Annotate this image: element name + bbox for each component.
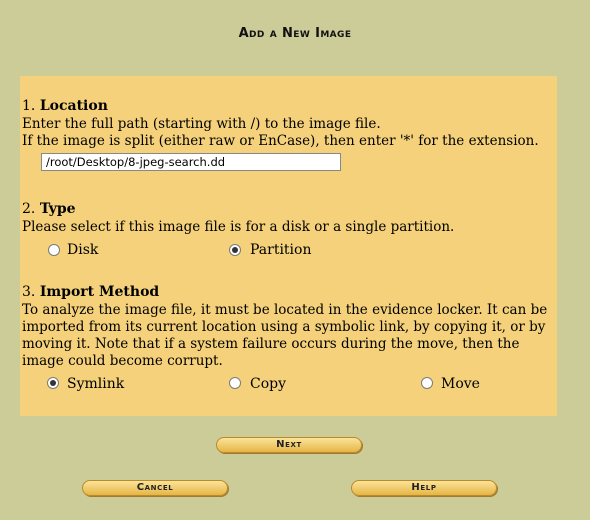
next-button[interactable]: Next bbox=[216, 437, 362, 453]
location-heading: 1. Location bbox=[22, 98, 108, 114]
type-disk-radio[interactable] bbox=[48, 244, 60, 256]
import-move-radio[interactable] bbox=[421, 377, 433, 389]
image-path-input[interactable] bbox=[41, 153, 341, 171]
import-move-label[interactable]: Move bbox=[441, 376, 480, 392]
type-instruction: Please select if this image file is for … bbox=[22, 219, 455, 235]
import-copy-radio[interactable] bbox=[229, 377, 241, 389]
import-symlink-label[interactable]: Symlink bbox=[67, 376, 124, 392]
import-method-heading: 3. Import Method bbox=[22, 284, 160, 300]
location-instruction: Enter the full path (starting with /) to… bbox=[22, 116, 381, 132]
page-title: Add a New Image bbox=[238, 26, 352, 41]
add-image-form: 1. Location Enter the full path (startin… bbox=[20, 76, 557, 416]
location-split-instruction: If the image is split (either raw or EnC… bbox=[22, 133, 539, 149]
type-heading: 2. Type bbox=[22, 201, 76, 217]
import-symlink-radio[interactable] bbox=[47, 377, 59, 389]
help-button[interactable]: Help bbox=[351, 480, 497, 496]
import-method-instruction: To analyze the image file, it must be lo… bbox=[22, 302, 548, 369]
type-partition-label[interactable]: Partition bbox=[250, 242, 311, 258]
import-copy-label[interactable]: Copy bbox=[250, 376, 286, 392]
type-partition-radio[interactable] bbox=[229, 244, 241, 256]
cancel-button[interactable]: Cancel bbox=[82, 480, 228, 496]
type-disk-label[interactable]: Disk bbox=[67, 242, 98, 258]
